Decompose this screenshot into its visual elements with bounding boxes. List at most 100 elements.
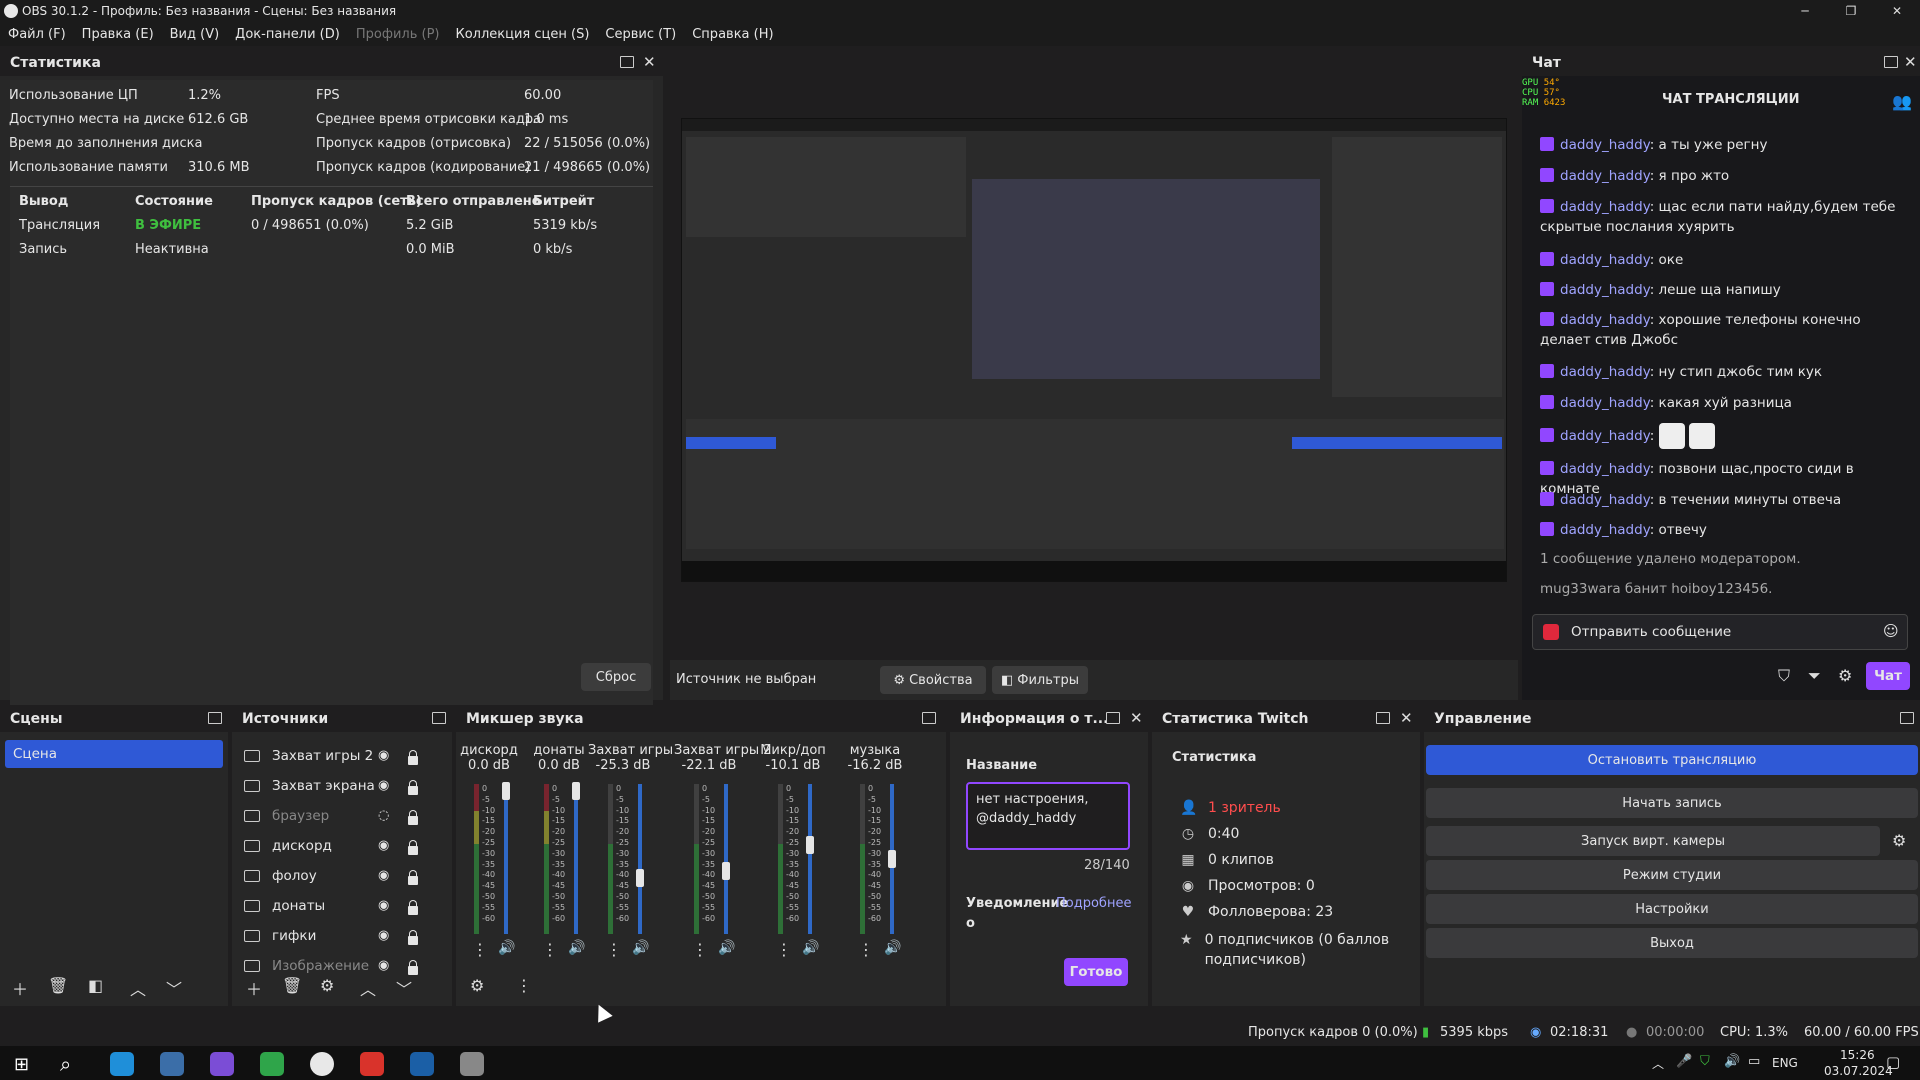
undock-icon[interactable]: [620, 56, 634, 68]
minimize-button[interactable]: ─: [1782, 0, 1828, 22]
notifications-icon[interactable]: ▢: [1886, 1053, 1900, 1071]
chevron-up-icon[interactable]: ︿: [360, 976, 376, 1000]
speaker-icon[interactable]: 🔊: [718, 940, 735, 956]
gear-icon[interactable]: ⚙: [1892, 831, 1906, 850]
emote-icon[interactable]: ☺: [1883, 622, 1899, 640]
stream-title-input[interactable]: нет настроения, @daddy_haddy: [966, 782, 1130, 850]
undock-icon[interactable]: [1900, 712, 1914, 724]
steam-icon[interactable]: [160, 1052, 184, 1076]
undock-icon[interactable]: [1106, 712, 1120, 724]
lock-icon[interactable]: [408, 960, 418, 975]
close-icon[interactable]: ✕: [1130, 709, 1143, 727]
lang-indicator[interactable]: ENG: [1772, 1056, 1798, 1070]
eye-hidden-icon[interactable]: ◌: [378, 808, 389, 823]
game-app-icon[interactable]: [460, 1052, 484, 1076]
search-icon[interactable]: ⌕: [60, 1052, 71, 1076]
eye-icon[interactable]: ◉: [378, 958, 389, 973]
add-icon[interactable]: ＋: [246, 976, 262, 1000]
more-vertical-icon[interactable]: ⋮: [692, 940, 708, 959]
more-vertical-icon[interactable]: ⋮: [776, 940, 792, 959]
volume-slider-handle[interactable]: [502, 782, 510, 800]
lock-icon[interactable]: [408, 930, 418, 945]
volume-slider[interactable]: [504, 784, 508, 934]
eye-icon[interactable]: ◉: [378, 838, 389, 853]
lock-icon[interactable]: [408, 840, 418, 855]
chat-username[interactable]: daddy_haddy: [1560, 461, 1650, 477]
volume-icon[interactable]: 🔊: [1724, 1054, 1740, 1069]
speaker-icon[interactable]: 🔊: [498, 940, 515, 956]
filters-button[interactable]: ◧ Фильтры: [992, 666, 1088, 694]
chat-username[interactable]: daddy_haddy: [1560, 168, 1650, 184]
chat-send-button[interactable]: Чат: [1866, 662, 1910, 690]
exit-button[interactable]: Выход: [1426, 928, 1918, 958]
mic-icon[interactable]: 🎤: [1676, 1054, 1692, 1069]
shield-icon[interactable]: ⛉: [1700, 1054, 1710, 1069]
close-icon[interactable]: ✕: [1400, 709, 1413, 727]
eye-icon[interactable]: ◉: [378, 898, 389, 913]
eye-icon[interactable]: ◉: [378, 778, 389, 793]
maximize-button[interactable]: ❐: [1828, 0, 1874, 22]
close-button[interactable]: ✕: [1874, 0, 1920, 22]
filter-icon[interactable]: ◧: [88, 976, 103, 995]
scene-item-scene[interactable]: Сцена: [5, 740, 223, 768]
undock-icon[interactable]: [1884, 56, 1898, 68]
pdf-app-icon[interactable]: [360, 1052, 384, 1076]
xbox-icon[interactable]: [260, 1052, 284, 1076]
menu-tools[interactable]: Сервис (T): [597, 27, 684, 42]
gear-icon[interactable]: ⚙: [320, 976, 334, 995]
chevron-down-icon[interactable]: ﹀: [166, 976, 182, 1000]
trash-icon[interactable]: 🗑: [48, 976, 68, 995]
volume-slider[interactable]: [574, 784, 578, 934]
shield-icon[interactable]: ⛉: [1778, 666, 1790, 686]
close-icon[interactable]: ✕: [1904, 53, 1917, 71]
stop-stream-button[interactable]: Остановить трансляцию: [1426, 745, 1918, 775]
source-item[interactable]: Захват игры 2: [244, 742, 434, 770]
menu-edit[interactable]: Правка (E): [74, 27, 162, 42]
add-icon[interactable]: ＋: [12, 976, 28, 1000]
eye-icon[interactable]: ◉: [378, 748, 389, 763]
source-item[interactable]: Захват экрана: [244, 772, 434, 800]
more-vertical-icon[interactable]: ⋮: [472, 940, 488, 959]
chat-username[interactable]: daddy_haddy: [1560, 312, 1650, 328]
lock-icon[interactable]: [408, 780, 418, 795]
menu-scene-collection[interactable]: Коллекция сцен (S): [447, 27, 597, 42]
chat-username[interactable]: daddy_haddy: [1560, 428, 1650, 444]
discord-icon[interactable]: [210, 1052, 234, 1076]
undock-icon[interactable]: [432, 712, 446, 724]
chat-input[interactable]: Отправить сообщение ☺: [1532, 614, 1908, 650]
tray-chevron-icon[interactable]: ︿: [1652, 1055, 1664, 1072]
volume-slider[interactable]: [808, 784, 812, 934]
clock-date[interactable]: 03.07.2024: [1824, 1064, 1893, 1078]
done-button[interactable]: Готово: [1064, 958, 1128, 986]
menu-file[interactable]: Файл (F): [0, 27, 74, 42]
reset-button[interactable]: Сброс: [581, 663, 651, 691]
users-icon[interactable]: 👥: [1892, 92, 1912, 111]
menu-profile[interactable]: Профиль (P): [348, 27, 448, 42]
lock-icon[interactable]: [408, 750, 418, 765]
start-recording-button[interactable]: Начать запись: [1426, 788, 1918, 818]
source-item[interactable]: фолоу: [244, 862, 434, 890]
menu-help[interactable]: Справка (H): [684, 27, 781, 42]
volume-slider-handle[interactable]: [722, 861, 730, 880]
volume-slider-handle[interactable]: [636, 869, 644, 887]
edge-icon[interactable]: [110, 1052, 134, 1076]
chevron-down-icon[interactable]: ﹀: [396, 976, 412, 1000]
more-vertical-icon[interactable]: ⋮: [542, 940, 558, 959]
close-icon[interactable]: ✕: [643, 53, 656, 71]
volume-slider-handle[interactable]: [572, 782, 580, 800]
obs-icon[interactable]: [310, 1052, 334, 1076]
chat-username[interactable]: daddy_haddy: [1560, 364, 1650, 380]
windows-start-icon[interactable]: ⊞: [14, 1054, 29, 1075]
volume-slider[interactable]: [638, 784, 642, 934]
chat-username[interactable]: daddy_haddy: [1560, 395, 1650, 411]
menu-view[interactable]: Вид (V): [162, 27, 228, 42]
virtual-camera-button[interactable]: Запуск вирт. камеры: [1426, 826, 1880, 856]
chat-username[interactable]: daddy_haddy: [1560, 522, 1650, 538]
source-item[interactable]: дискорд: [244, 832, 434, 860]
trash-icon[interactable]: 🗑: [282, 976, 302, 995]
more-vertical-icon[interactable]: ⋮: [858, 940, 874, 959]
steam-icon[interactable]: [410, 1052, 434, 1076]
chat-username[interactable]: daddy_haddy: [1560, 199, 1650, 215]
clock-time[interactable]: 15:26: [1840, 1048, 1875, 1062]
speaker-icon[interactable]: 🔊: [884, 940, 901, 956]
